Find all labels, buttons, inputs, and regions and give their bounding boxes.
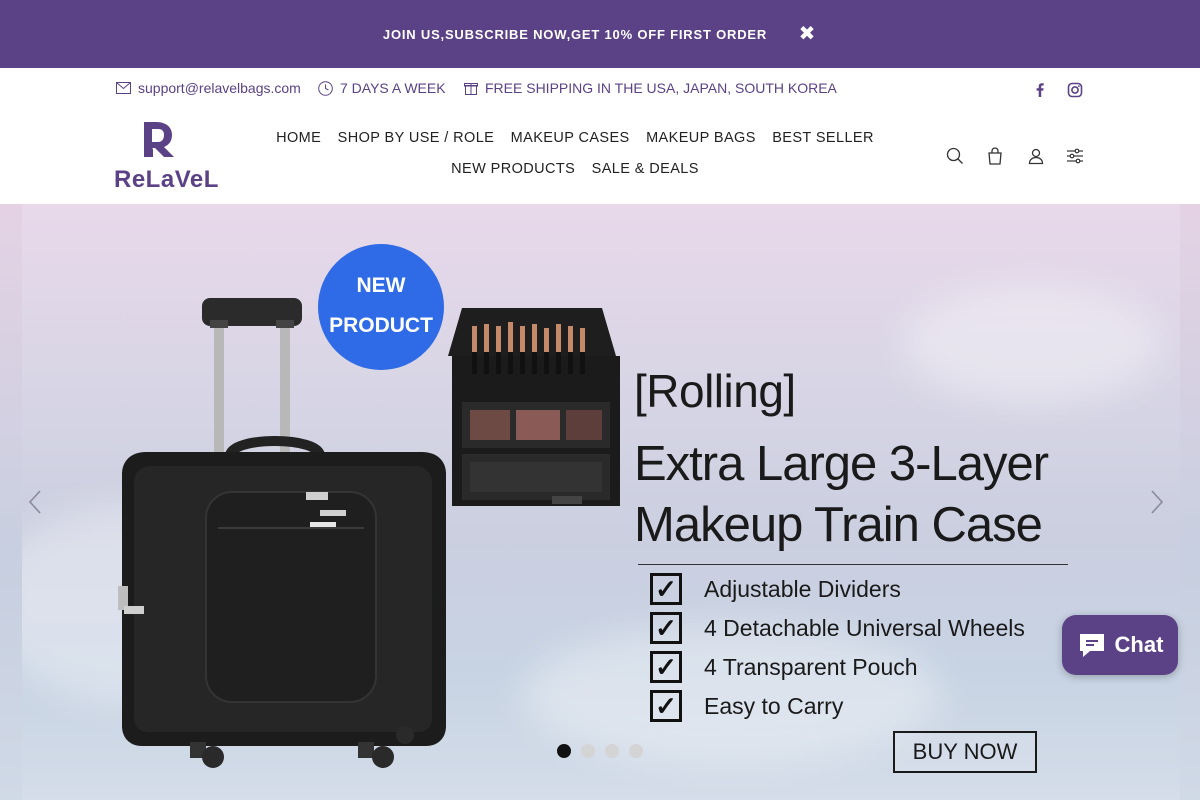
- main-nav: HOME SHOP BY USE / ROLE MAKEUP CASES MAK…: [200, 130, 950, 192]
- info-bar: support@relavelbags.com 7 DAYS A WEEK FR…: [0, 68, 1200, 108]
- search-icon[interactable]: [946, 147, 964, 165]
- nav-item-best-seller[interactable]: BEST SELLER: [772, 130, 874, 146]
- hero-next-slide-peek: [1180, 204, 1200, 800]
- logo-wordmark: ReLaVeL: [114, 166, 219, 193]
- badge-line1: NEW: [356, 274, 406, 297]
- slider-dots: [557, 744, 653, 758]
- slide-dot-4[interactable]: [629, 744, 643, 758]
- hours-text: 7 DAYS A WEEK: [340, 80, 446, 96]
- feature-item: ✓ Easy to Carry: [650, 689, 843, 723]
- chevron-left-icon[interactable]: [26, 488, 46, 516]
- clock-icon: [318, 80, 333, 96]
- hours-info: 7 DAYS A WEEK: [318, 80, 446, 96]
- chat-bubble-icon: [1079, 634, 1104, 657]
- support-email: support@relavelbags.com: [138, 80, 301, 96]
- nav-item-sale-deals[interactable]: SALE & DEALS: [592, 161, 699, 177]
- chevron-right-icon[interactable]: [1146, 488, 1166, 516]
- feature-item: ✓ 4 Transparent Pouch: [650, 650, 918, 684]
- rolling-case-image: [118, 298, 446, 768]
- nav-item-makeup-cases[interactable]: MAKEUP CASES: [511, 130, 630, 146]
- feature-text: 4 Transparent Pouch: [704, 653, 918, 680]
- feature-text: Adjustable Dividers: [704, 575, 901, 602]
- site-header: ReLaVeL HOME SHOP BY USE / ROLE MAKEUP C…: [0, 108, 1200, 204]
- brand-logo[interactable]: ReLaVeL: [114, 120, 218, 193]
- announcement-bar: JOIN US,SUBSCRIBE NOW,GET 10% OFF FIRST …: [0, 0, 1200, 68]
- mail-icon: [116, 82, 131, 94]
- nav-item-makeup-bags[interactable]: MAKEUP BAGS: [646, 130, 756, 146]
- gift-icon: [464, 83, 478, 95]
- nav-item-home[interactable]: HOME: [276, 130, 321, 146]
- checkbox-icon: ✓: [650, 651, 682, 683]
- support-email-link[interactable]: support@relavelbags.com: [116, 80, 301, 96]
- feature-text: Easy to Carry: [704, 692, 844, 719]
- nav-item-new-products[interactable]: NEW PRODUCTS: [451, 161, 575, 177]
- badge-line2: PRODUCT: [329, 314, 433, 337]
- announcement-text[interactable]: JOIN US,SUBSCRIBE NOW,GET 10% OFF FIRST …: [0, 27, 1150, 42]
- feature-item: ✓ Adjustable Dividers: [650, 572, 901, 606]
- hero-divider: [638, 564, 1068, 565]
- hero-title-line2: Makeup Train Case: [634, 498, 1043, 552]
- feature-text: 4 Detachable Universal Wheels: [704, 614, 1025, 641]
- new-product-badge: NEW PRODUCT: [318, 244, 444, 370]
- shipping-info: FREE SHIPPING IN THE USA, JAPAN, SOUTH K…: [464, 80, 837, 96]
- bag-icon[interactable]: [986, 147, 1004, 165]
- hero-title-prefix: [Rolling]: [634, 365, 796, 417]
- instagram-icon[interactable]: [1067, 82, 1083, 98]
- checkbox-icon: ✓: [650, 690, 682, 722]
- close-icon[interactable]: ✖: [797, 22, 817, 46]
- hero-title-line1: Extra Large 3-Layer: [634, 437, 1049, 491]
- chat-label: Chat: [1114, 632, 1164, 657]
- hero-banner[interactable]: NEW PRODUCT [Rolling] Extra Large 3-Laye…: [22, 204, 1180, 800]
- buy-now-button[interactable]: BUY NOW: [893, 731, 1037, 773]
- slide-dot-3[interactable]: [605, 744, 619, 758]
- background-cloud: [902, 284, 1162, 404]
- slide-dot-2[interactable]: [581, 744, 595, 758]
- filter-icon[interactable]: [1066, 147, 1084, 165]
- chat-button[interactable]: Chat: [1062, 615, 1178, 675]
- train-case-image: [448, 308, 620, 506]
- checkbox-icon: ✓: [650, 612, 682, 644]
- checkbox-icon: ✓: [650, 573, 682, 605]
- feature-item: ✓ 4 Detachable Universal Wheels: [650, 611, 1025, 645]
- slide-dot-1[interactable]: [557, 744, 571, 758]
- facebook-icon[interactable]: [1032, 82, 1048, 98]
- user-icon[interactable]: [1027, 147, 1045, 165]
- hero-prev-slide-peek: [0, 204, 22, 800]
- shipping-text: FREE SHIPPING IN THE USA, JAPAN, SOUTH K…: [485, 80, 837, 96]
- nav-item-shop-by-use[interactable]: SHOP BY USE / ROLE: [338, 130, 495, 146]
